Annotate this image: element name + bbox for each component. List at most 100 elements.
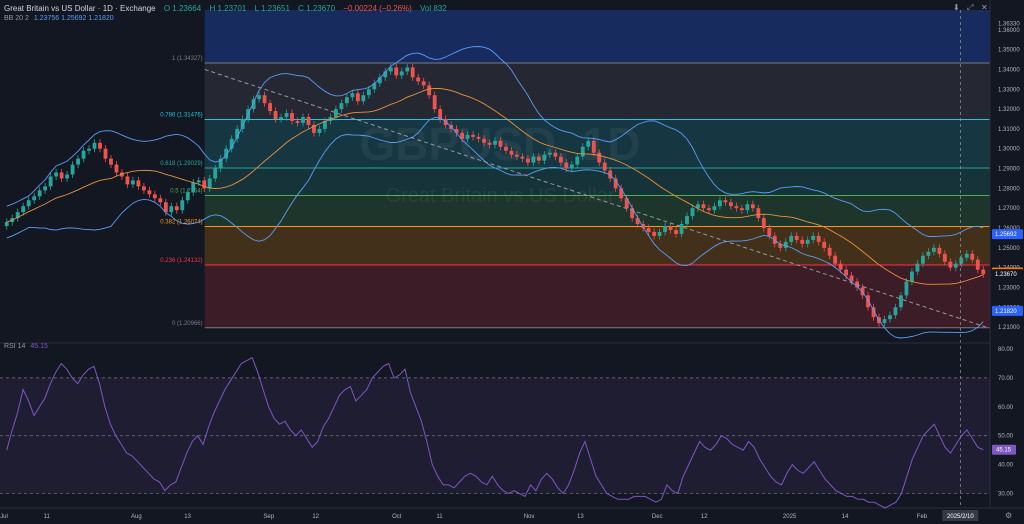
arrow-down-icon[interactable]: ⬇ xyxy=(953,3,960,12)
candle-body xyxy=(564,162,569,169)
candle-body xyxy=(169,206,174,213)
fib-label-0.236: 0.236 (1.24132) xyxy=(160,258,202,264)
candle-body xyxy=(476,136,481,139)
settings-icon[interactable]: ⚙ xyxy=(1005,511,1012,520)
candle-body xyxy=(635,218,640,225)
bb-indicator-label[interactable]: BB 20 2 1.23756 1.25692 1.21820 xyxy=(4,15,114,22)
candle-body xyxy=(597,152,602,163)
bb-values: 1.23756 1.25692 1.21820 xyxy=(33,15,114,22)
candle-body xyxy=(542,154,547,161)
candle-body xyxy=(882,319,887,324)
price-tick-label: 1.25000 xyxy=(998,246,1020,252)
candle-body xyxy=(707,208,711,211)
candle-body xyxy=(838,263,843,270)
fib-label-0: 0 (1.20966) xyxy=(172,321,203,327)
price-chart[interactable]: 1 (1.34327) 0.786 (1.31476) 0.618 (1.29029… xyxy=(0,0,1024,524)
time-tick-label: 13 xyxy=(577,514,584,520)
candle-body xyxy=(295,120,300,123)
price-tick-label: 1.36330 xyxy=(998,21,1020,27)
candle-body xyxy=(745,204,750,211)
candle-body xyxy=(970,253,975,260)
candle-body xyxy=(344,97,349,104)
candle-body xyxy=(26,200,31,207)
time-tick-label: Feb xyxy=(917,514,928,520)
close-icon[interactable]: ✕ xyxy=(981,3,988,12)
fib-zone-0.236 xyxy=(204,265,991,328)
candle-body xyxy=(602,162,607,171)
time-tick-label: 13 xyxy=(184,514,191,520)
candle-body xyxy=(4,222,9,227)
symbol-title[interactable]: Great Britain vs US Dollar · 1D · Exchan… xyxy=(4,4,156,13)
candle-body xyxy=(833,255,838,264)
candle-body xyxy=(76,158,80,165)
candle-body xyxy=(844,269,849,276)
candle-body xyxy=(207,178,212,189)
candle-body xyxy=(910,271,914,282)
candle-body xyxy=(306,117,311,125)
candle-body xyxy=(213,168,218,179)
candle-body xyxy=(701,204,706,209)
candle-body xyxy=(290,113,294,121)
time-tick-label: 12 xyxy=(701,514,708,520)
price-tick-label: 1.28000 xyxy=(998,186,1020,192)
time-tick-label: Jul xyxy=(0,514,8,520)
candle-body xyxy=(964,253,969,258)
candle-body xyxy=(103,148,108,159)
candle-body xyxy=(619,188,624,199)
candle-body xyxy=(185,192,190,201)
candle-body xyxy=(789,235,794,242)
candle-body xyxy=(54,172,59,177)
candle-body xyxy=(174,206,179,211)
maximize-icon[interactable]: ⤢ xyxy=(967,3,973,13)
candle-body xyxy=(718,200,722,207)
candle-body xyxy=(147,190,152,195)
candle-body xyxy=(547,152,552,155)
candle-body xyxy=(268,103,272,112)
candle-body xyxy=(394,67,399,76)
candle-body xyxy=(333,109,338,118)
price-tick-label: 1.35000 xyxy=(998,48,1020,54)
rsi-indicator-label[interactable]: RSI 14 45.15 xyxy=(4,343,48,350)
price-tick-label: 1.36000 xyxy=(998,28,1020,34)
candle-body xyxy=(273,111,278,119)
candle-body xyxy=(816,235,821,242)
candle-body xyxy=(679,224,684,234)
candle-body xyxy=(975,259,980,270)
time-tick-label: Oct xyxy=(392,514,402,520)
candle-body xyxy=(920,255,925,264)
price-badge-label: 1.25692 xyxy=(995,232,1017,238)
candle-body xyxy=(350,93,355,98)
candle-body xyxy=(657,231,662,236)
candle-body xyxy=(723,200,728,203)
candle-body xyxy=(652,231,657,236)
candle-body xyxy=(141,186,146,191)
candle-body xyxy=(70,164,75,175)
rsi-value: 45.15 xyxy=(30,343,48,350)
rsi-badge-label: 45.15 xyxy=(996,448,1012,454)
time-tick-label: Dec xyxy=(652,514,663,520)
candle-body xyxy=(783,241,788,248)
candle-body xyxy=(575,156,580,165)
candle-body xyxy=(405,67,410,72)
candle-body xyxy=(136,180,141,187)
candle-body xyxy=(866,295,870,308)
candle-body xyxy=(756,208,761,219)
candle-body xyxy=(712,206,717,211)
candle-body xyxy=(81,150,86,159)
candle-body xyxy=(520,156,525,159)
candle-body xyxy=(471,134,475,137)
price-tick-label: 1.33000 xyxy=(998,87,1020,93)
candle-body xyxy=(37,190,42,197)
time-tick-label: 11 xyxy=(44,514,51,520)
candle-body xyxy=(569,164,574,169)
candle-body xyxy=(515,154,519,157)
candle-body xyxy=(734,206,739,209)
candle-body xyxy=(361,95,366,102)
price-badge-label: 1.21820 xyxy=(995,309,1017,315)
bb-name: BB 20 2 xyxy=(4,15,29,22)
candle-body xyxy=(98,142,102,149)
candle-body xyxy=(728,202,733,207)
candle-body xyxy=(531,156,536,163)
ohlc-high: H 1.23701 xyxy=(209,4,247,13)
candle-body xyxy=(21,206,26,213)
